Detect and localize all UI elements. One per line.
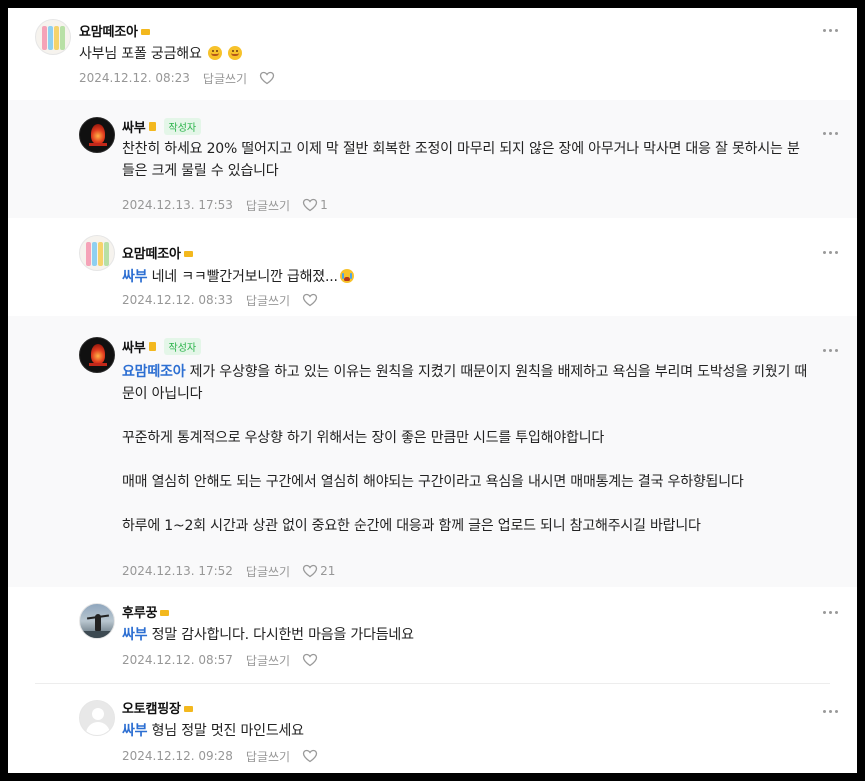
heart-icon[interactable] [302,292,318,308]
level-badge-icon [148,121,156,131]
comment-text: 사부님 포폴 궁금해요 [79,43,809,65]
avatar[interactable] [79,700,115,736]
comment-item: 요맘떼조아 사부님 포폴 궁금해요 2024.12.12. 08:23 답글쓰기 [8,8,857,100]
comment-item: 오토캠핑장 싸부 형님 정말 멋진 마인드세요 2024.12.12. 09:2… [8,684,857,773]
comment-text: 요맘떼조아 제가 우상향을 하고 있는 이유는 원칙을 지켰기 때문이지 원칙을… [122,361,812,537]
mention-link[interactable]: 싸부 [122,627,148,643]
level-badge-icon [183,706,193,712]
nickname[interactable]: 요맘떼조아 [122,243,181,262]
avatar[interactable] [35,19,71,55]
more-options-icon[interactable] [822,607,840,617]
comment-item: 싸부 작성자 찬찬히 하세요 20% 떨어지고 이제 막 절반 회복한 조정이 … [8,100,857,218]
comment-date: 2024.12.12. 08:23 [79,71,190,85]
like-count: 21 [320,564,336,578]
more-options-icon[interactable] [822,706,840,716]
author-badge: 작성자 [163,117,202,135]
reply-button[interactable]: 답글쓰기 [203,70,247,87]
comment-text: 싸부 형님 정말 멋진 마인드세요 [122,720,812,742]
mention-link[interactable]: 싸부 [122,269,148,285]
more-options-icon[interactable] [822,247,840,257]
comment-date: 2024.12.13. 17:53 [122,198,233,212]
more-options-icon[interactable] [822,25,840,35]
nickname[interactable]: 싸부 [122,337,146,356]
nickname[interactable]: 후루꿍 [122,602,157,621]
mention-link[interactable]: 싸부 [122,723,148,739]
heart-icon[interactable] [302,652,318,668]
comment-body: 형님 정말 멋진 마인드세요 [147,723,304,739]
level-badge-icon [160,610,170,616]
level-badge-icon [140,29,150,35]
author-badge: 작성자 [163,337,202,355]
mention-link[interactable]: 요맘떼조아 [122,364,186,380]
comment-text: 싸부 정말 감사합니다. 다시한번 마음을 가다듬네요 [122,624,812,646]
reply-button[interactable]: 답글쓰기 [246,748,290,765]
comment-date: 2024.12.12. 08:57 [122,653,233,667]
reply-button[interactable]: 답글쓰기 [246,292,290,309]
heart-icon[interactable] [302,748,318,764]
like-count: 1 [320,198,328,212]
comment-body: 찬찬히 하세요 20% 떨어지고 이제 막 절반 회복한 조정이 마무리 되지 … [122,141,800,179]
nickname[interactable]: 오토캠핑장 [122,698,181,717]
level-badge-icon [148,341,156,351]
level-badge-icon [183,251,193,257]
more-options-icon[interactable] [822,128,840,138]
heart-icon[interactable] [259,70,275,86]
comment-item: 요맘떼조아 싸부 네네 ㅋㅋ빨간거보니깐 급해졌... 2024.12.12. … [8,218,857,316]
reply-button[interactable]: 답글쓰기 [246,652,290,669]
comment-text: 싸부 네네 ㅋㅋ빨간거보니깐 급해졌... [122,266,812,288]
comment-date: 2024.12.13. 17:52 [122,564,233,578]
nickname[interactable]: 싸부 [122,117,146,136]
reply-button[interactable]: 답글쓰기 [246,197,290,214]
comment-text: 찬찬히 하세요 20% 떨어지고 이제 막 절반 회복한 조정이 마무리 되지 … [122,138,812,182]
comment-body: 사부님 포폴 궁금해요 [79,46,202,62]
heart-icon[interactable] [302,563,318,579]
avatar[interactable] [79,337,115,373]
heart-icon[interactable] [302,197,318,213]
crying-face-emoji-icon [339,269,354,283]
comment-date: 2024.12.12. 09:28 [122,749,233,763]
avatar[interactable] [79,603,115,639]
smiling-face-emoji-icon [207,46,222,60]
comment-body: 정말 감사합니다. 다시한번 마음을 가다듬네요 [147,627,414,643]
reply-button[interactable]: 답글쓰기 [246,563,290,580]
smiling-face-emoji-icon [228,46,243,60]
comment-date: 2024.12.12. 08:33 [122,293,233,307]
nickname[interactable]: 요맘떼조아 [79,21,138,40]
comment-item: 후루꿍 싸부 정말 감사합니다. 다시한번 마음을 가다듬네요 2024.12.… [8,587,857,683]
more-options-icon[interactable] [822,345,840,355]
comment-item: 싸부 작성자 요맘떼조아 제가 우상향을 하고 있는 이유는 원칙을 지켰기 때… [8,316,857,587]
comment-body: 네네 ㅋㅋ빨간거보니깐 급해졌... [147,269,338,285]
avatar[interactable] [79,117,115,153]
comment-body: 제가 우상향을 하고 있는 이유는 원칙을 지켰기 때문이지 원칙을 배제하고 … [122,364,808,534]
avatar[interactable] [79,235,115,271]
comment-list: 요맘떼조아 사부님 포폴 궁금해요 2024.12.12. 08:23 답글쓰기… [8,8,857,773]
